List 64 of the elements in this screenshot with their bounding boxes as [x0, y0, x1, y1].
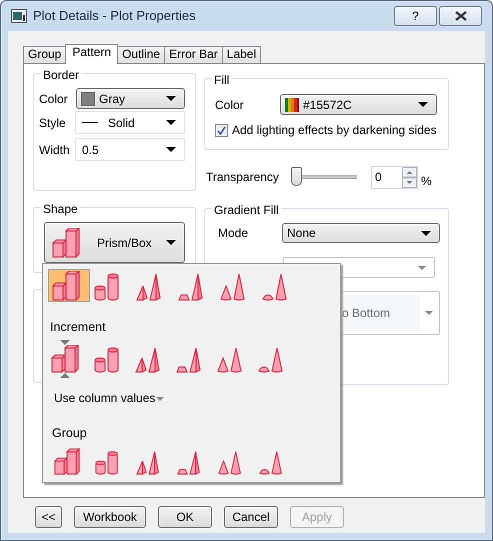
close-icon[interactable] [454, 11, 468, 21]
spin-value: 0 [375, 169, 382, 186]
tab[interactable]: Group [23, 46, 66, 63]
caret-icon [425, 311, 433, 315]
prism-pair-icon [50, 344, 80, 373]
group-title: Shape [41, 202, 80, 216]
caret-icon [418, 266, 426, 270]
style-value: Solid [108, 114, 135, 132]
close-button[interactable] [439, 6, 482, 26]
caret-icon [156, 397, 164, 402]
mode-value: None [287, 225, 316, 242]
checkbox-label: Add lighting effects by darkening sides [232, 122, 437, 139]
footer-button[interactable]: Workbook [74, 506, 146, 528]
column-values-dropdown[interactable]: Use column values [54, 388, 164, 407]
color-value: Gray [99, 90, 126, 108]
section-label: Increment [50, 319, 107, 336]
shape-option[interactable] [48, 269, 90, 302]
fill-color-dropdown[interactable]: #15572C [280, 94, 437, 115]
slider-thumb[interactable] [291, 166, 302, 186]
color-dropdown[interactable]: Gray [76, 88, 185, 109]
tab[interactable]: Error Bar [164, 46, 223, 63]
footer-button[interactable]: OK [158, 506, 212, 528]
tab[interactable]: Label [222, 46, 262, 63]
caret-icon [166, 96, 176, 101]
field-label: Color [39, 90, 69, 108]
width-value: 0.5 [82, 142, 99, 158]
tab[interactable]: Pattern [65, 44, 118, 64]
transparency-label: Transparency [206, 169, 280, 186]
footer-button[interactable]: Cancel [224, 506, 278, 528]
marker-icon [60, 372, 70, 378]
field-label: Mode [218, 225, 250, 242]
color-swatch-icon [81, 92, 95, 106]
direction-value: o Bottom [342, 294, 420, 332]
color-map-icon [285, 98, 299, 112]
checkbox[interactable] [215, 124, 228, 136]
line-sample-icon [82, 122, 98, 123]
footer-button[interactable]: << [35, 506, 62, 528]
shape-option[interactable] [52, 446, 82, 476]
mode-dropdown[interactable]: None [282, 223, 440, 243]
prism-pair-icon [53, 448, 81, 476]
spin-field[interactable]: 0 [371, 166, 418, 188]
caret-icon [421, 230, 431, 236]
group-title: Fill [212, 73, 232, 87]
caret-icon [166, 147, 176, 152]
caret-icon [418, 102, 428, 107]
spin-arrows-icon[interactable] [402, 166, 417, 188]
style-dropdown[interactable]: Solid [75, 111, 185, 134]
app-icon [11, 9, 27, 23]
width-dropdown[interactable]: 0.5 [75, 138, 185, 161]
field-label: Width [39, 142, 71, 158]
shape-value: Prism/Box [97, 234, 152, 252]
caret-icon [166, 120, 176, 125]
group-title: Border [41, 68, 82, 82]
tab[interactable]: Outline [117, 46, 166, 63]
field-label: Style [39, 114, 67, 132]
shape-dropdown[interactable]: Prism/Box [44, 222, 185, 263]
window-title: Plot Details - Plot Properties [33, 7, 196, 26]
fill-color-value: #15572C [303, 96, 352, 114]
field-label: Color [215, 96, 245, 114]
caret-icon [166, 240, 176, 245]
section-label: Group [52, 424, 88, 442]
help-button[interactable]: ? [394, 6, 437, 26]
unit-label: % [421, 173, 432, 190]
group-title: Gradient Fill [212, 203, 281, 217]
